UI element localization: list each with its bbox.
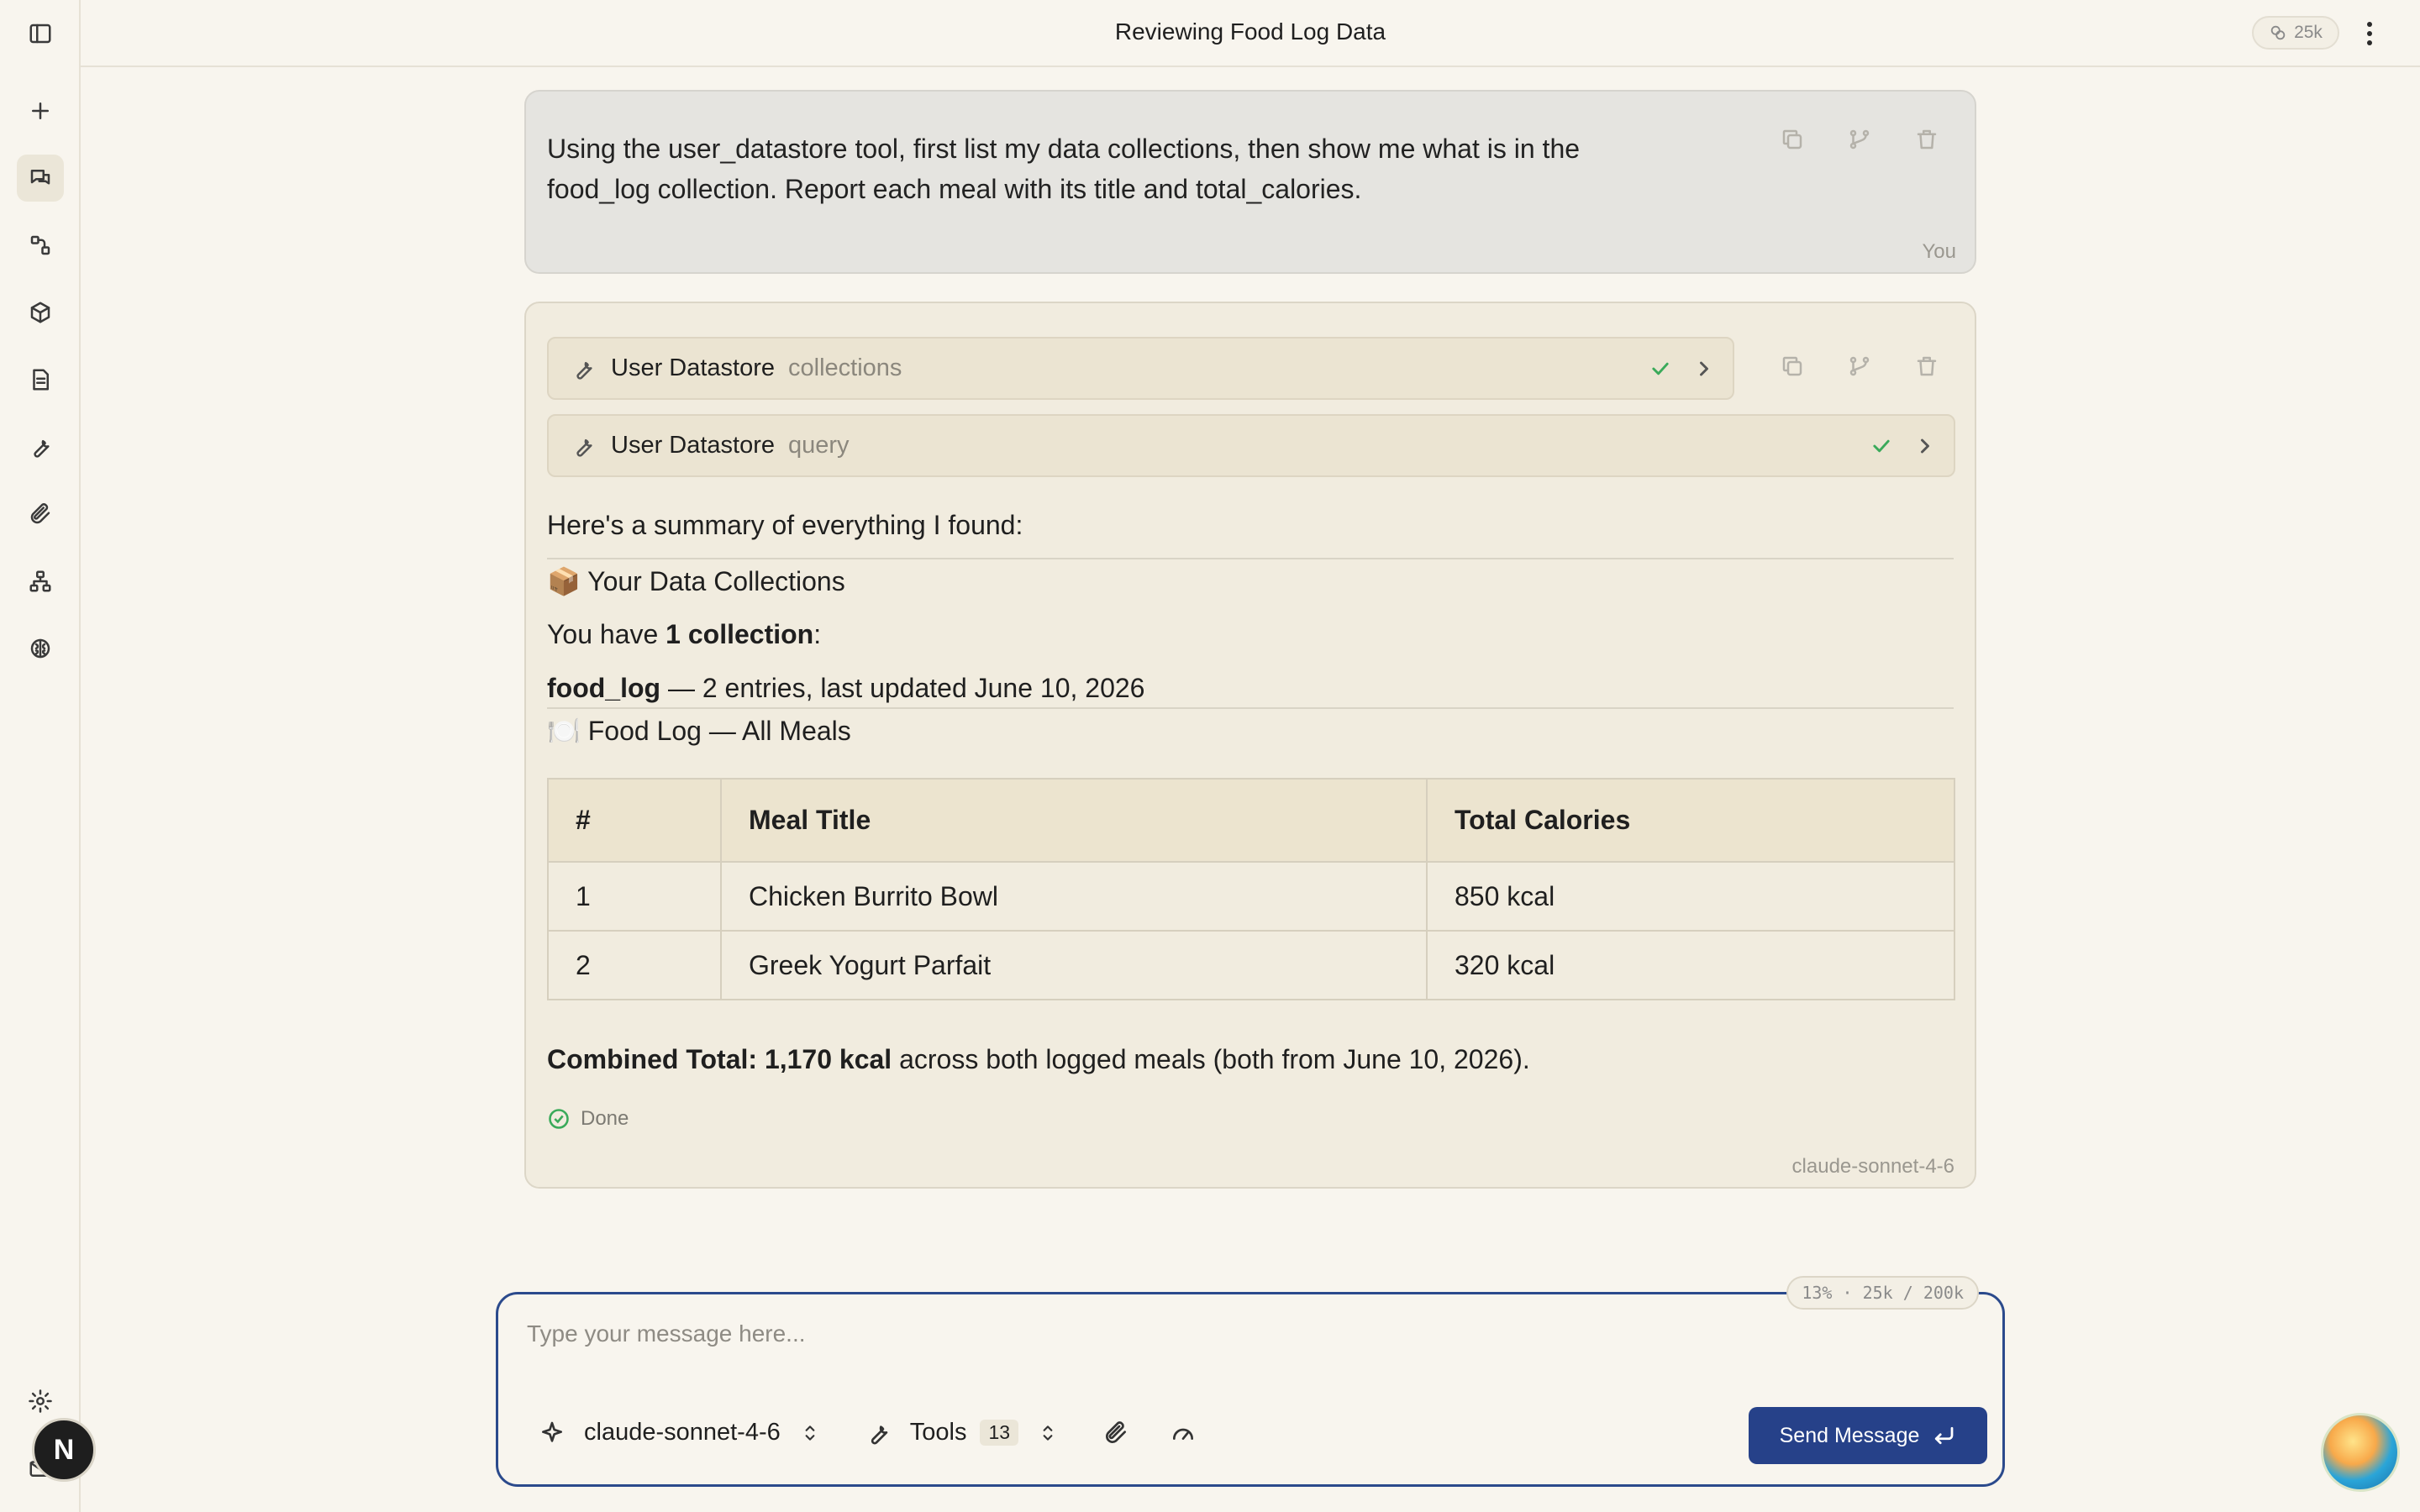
chevron-right-icon[interactable]: [1692, 357, 1716, 381]
token-count: 25k: [2294, 23, 2323, 42]
branch-icon[interactable]: [1845, 125, 1874, 154]
assistant-message-actions: [1778, 352, 1941, 381]
table-row: 1 Chicken Burrito Bowl 850 kcal: [547, 861, 1955, 932]
toggle-sidebar-icon[interactable]: [17, 10, 64, 57]
sparkle-icon: [542, 1421, 562, 1442]
coins-icon: [2270, 25, 2286, 40]
meals-table: # Meal Title Total Calories 1 Chicken Bu…: [547, 778, 1955, 1000]
message-composer: 13% · 25k / 200k claude-sonnet-4-6 Tools…: [496, 1276, 2005, 1487]
wrench-icon[interactable]: [17, 423, 64, 470]
check-icon: [1873, 439, 1890, 453]
model-tag: claude-sonnet-4-6: [1791, 1155, 1954, 1178]
wrench-icon: [576, 361, 592, 380]
plate-emoji-icon: 🍽️: [547, 716, 581, 746]
section-title: Your Data Collections: [587, 566, 845, 596]
check-icon: [1652, 362, 1669, 375]
delete-icon[interactable]: [1912, 125, 1941, 154]
chats-icon[interactable]: [17, 155, 64, 202]
combined-total: Combined Total: 1,170 kcal across both l…: [547, 1044, 1954, 1075]
copy-icon[interactable]: [1778, 125, 1807, 154]
tools-count: 13: [980, 1420, 1019, 1446]
sidebar: [0, 0, 81, 1512]
send-label: Send Message: [1779, 1423, 1920, 1447]
text-suffix: :: [813, 619, 822, 649]
section-heading: 🍽️ Food Log — All Meals: [547, 715, 1954, 747]
workflow-icon[interactable]: [17, 222, 64, 269]
sender-label: You: [1922, 240, 1957, 263]
avatar[interactable]: N: [32, 1418, 96, 1482]
divider: [547, 558, 1954, 559]
avatar-initial: N: [53, 1433, 75, 1466]
settings-icon[interactable]: [17, 1378, 64, 1425]
table-cell: Chicken Burrito Bowl: [720, 861, 1428, 932]
tools-selector[interactable]: Tools 13: [865, 1419, 1059, 1446]
divider: [547, 707, 1954, 709]
wrench-icon: [576, 438, 592, 457]
status-text: Done: [581, 1107, 629, 1130]
section-title: Food Log — All Meals: [587, 716, 851, 746]
section-heading: 📦 Your Data Collections: [547, 565, 1954, 597]
tools-label: Tools: [909, 1419, 967, 1446]
table-cell: Greek Yogurt Parfait: [720, 930, 1428, 1000]
token-badge[interactable]: 25k: [2252, 16, 2339, 50]
status-badge: Done: [547, 1107, 629, 1131]
text-prefix: You have: [547, 619, 666, 649]
intro-text: Here's a summary of everything I found:: [547, 510, 1023, 540]
enter-icon: [1935, 1426, 1954, 1445]
gauge-icon[interactable]: [1170, 1420, 1197, 1446]
collections-summary: You have 1 collection:: [547, 619, 1954, 650]
table-row: 2 Greek Yogurt Parfait 320 kcal: [547, 930, 1955, 1000]
tool-operation: query: [788, 432, 850, 459]
total-rest: across both logged meals (both from June…: [892, 1044, 1530, 1074]
model-name: claude-sonnet-4-6: [584, 1419, 781, 1446]
tool-call-row[interactable]: User Datastore query: [547, 414, 1955, 477]
collection-item: food_log — 2 entries, last updated June …: [547, 673, 1954, 704]
brain-icon[interactable]: [17, 625, 64, 672]
table-cell: 1: [547, 861, 722, 932]
package-icon[interactable]: [17, 289, 64, 336]
message-input[interactable]: [527, 1313, 1787, 1355]
check-circle-icon: [549, 1109, 569, 1129]
package-emoji-icon: 📦: [547, 566, 581, 596]
delete-icon[interactable]: [1912, 352, 1941, 381]
context-usage-badge: 13% · 25k / 200k: [1786, 1276, 1979, 1310]
copy-icon[interactable]: [1778, 352, 1807, 381]
table-cell: 320 kcal: [1426, 930, 1955, 1000]
attach-icon[interactable]: [1102, 1420, 1129, 1446]
table-cell: 2: [547, 930, 722, 1000]
assistant-message: User Datastore collections User Datastor…: [524, 302, 1976, 1189]
composer-toolbar: claude-sonnet-4-6 Tools 13: [539, 1419, 1197, 1446]
send-message-button[interactable]: Send Message: [1749, 1407, 1987, 1464]
top-bar: Reviewing Food Log Data 25k: [81, 0, 2420, 67]
tool-name: User Datastore: [611, 432, 776, 459]
tool-call-row[interactable]: User Datastore collections: [547, 337, 1734, 400]
chevron-up-down-icon: [1043, 1425, 1053, 1441]
collection-detail: — 2 entries, last updated June 10, 2026: [660, 673, 1145, 703]
chevron-up-down-icon: [805, 1425, 815, 1441]
user-message: Using the user_datastore tool, first lis…: [524, 90, 1976, 274]
network-icon[interactable]: [17, 558, 64, 605]
column-header: #: [547, 778, 722, 863]
new-chat-icon[interactable]: [17, 87, 64, 134]
paperclip-icon[interactable]: [17, 491, 64, 538]
table-header-row: # Meal Title Total Calories: [547, 778, 1955, 863]
model-selector[interactable]: claude-sonnet-4-6: [539, 1419, 821, 1446]
more-options-icon[interactable]: [2360, 18, 2380, 49]
collections-count: 1 collection: [666, 619, 814, 649]
assistant-avatar-icon[interactable]: [2321, 1413, 2400, 1492]
column-header: Meal Title: [720, 778, 1428, 863]
conversation-title: Reviewing Food Log Data: [1114, 18, 1386, 45]
collection-name: food_log: [547, 673, 661, 703]
wrench-icon: [871, 1425, 888, 1444]
tool-operation: collections: [788, 354, 902, 381]
chevron-right-icon[interactable]: [1913, 434, 1937, 458]
user-message-actions: [1778, 125, 1941, 154]
branch-icon[interactable]: [1845, 352, 1874, 381]
column-header: Total Calories: [1426, 778, 1955, 863]
user-message-text: Using the user_datastore tool, first lis…: [547, 134, 1581, 204]
table-cell: 850 kcal: [1426, 861, 1955, 932]
tool-name: User Datastore: [611, 354, 776, 381]
document-icon[interactable]: [17, 356, 64, 403]
total-bold: Combined Total: 1,170 kcal: [547, 1044, 892, 1074]
